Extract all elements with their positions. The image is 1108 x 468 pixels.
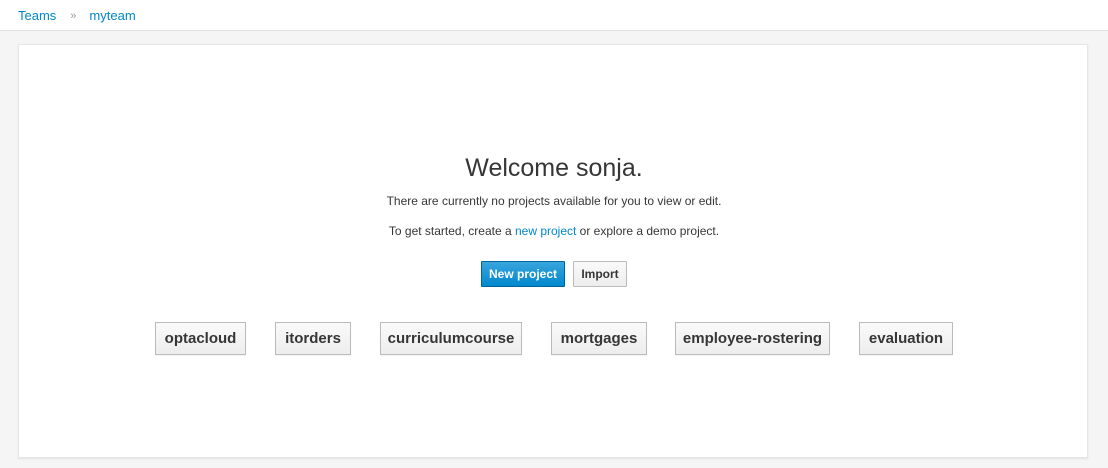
demo-project-employee-rostering[interactable]: employee-rostering [675,322,830,355]
demo-project-curriculumcourse[interactable]: curriculumcourse [380,322,522,355]
new-project-button[interactable]: New project [481,261,565,287]
demo-project-mortgages[interactable]: mortgages [551,322,647,355]
breadcrumb-item-myteam[interactable]: myteam [89,8,135,24]
demo-project-optacloud[interactable]: optacloud [155,322,246,355]
breadcrumb-separator-icon: » [70,10,77,22]
welcome-title: Welcome sonja. [465,154,643,182]
action-buttons: New project Import [19,261,1089,287]
breadcrumb-item-teams[interactable]: Teams [18,8,56,24]
breadcrumb-bar: Teams » myteam [0,0,1108,31]
breadcrumb: Teams » myteam [18,8,136,24]
get-started-prefix: To get started, create a [388,224,515,238]
empty-state-card: Welcome sonja. There are currently no pr… [18,44,1088,458]
no-projects-text: There are currently no projects availabl… [386,194,722,208]
import-button[interactable]: Import [573,261,627,287]
get-started-suffix: or explore a demo project. [576,224,720,238]
get-started-text: To get started, create a new project or … [19,223,1089,239]
demo-project-itorders[interactable]: itorders [275,322,351,355]
demo-project-evaluation[interactable]: evaluation [859,322,953,355]
new-project-link[interactable]: new project [515,224,576,238]
